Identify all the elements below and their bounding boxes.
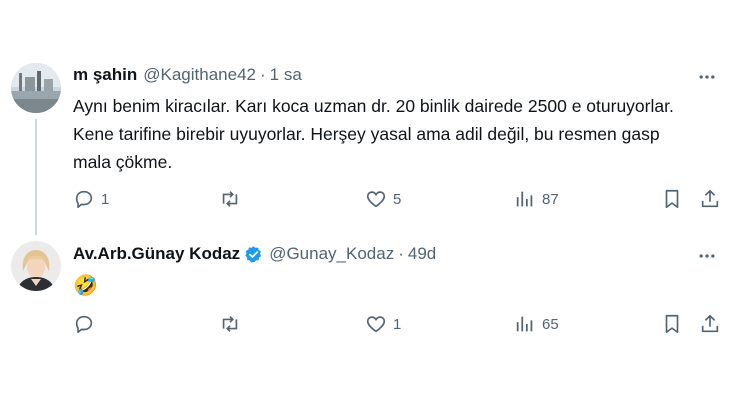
share-icon <box>701 189 719 208</box>
reply-count: 1 <box>101 190 110 208</box>
avatar-image <box>11 63 61 113</box>
reply-button[interactable]: 1 <box>73 188 109 210</box>
share-icon <box>701 314 719 333</box>
reply-button[interactable] <box>73 313 101 335</box>
views-count: 65 <box>542 315 559 333</box>
more-options-icon[interactable] <box>696 66 718 88</box>
reply-icon <box>75 190 93 209</box>
reply-icon <box>75 315 93 334</box>
retweet-button[interactable] <box>219 313 247 335</box>
heart-icon <box>366 191 386 208</box>
views-button[interactable]: 65 <box>514 313 559 335</box>
timestamp[interactable]: 1 sa <box>270 65 302 85</box>
tweet-text: 🤣 <box>73 275 98 297</box>
bookmark-button[interactable] <box>661 313 683 335</box>
like-button[interactable]: 5 <box>365 188 401 210</box>
avatar[interactable] <box>11 63 61 113</box>
display-name[interactable]: Av.Arb.Günay Kodaz <box>73 244 240 264</box>
views-button[interactable]: 87 <box>514 188 559 210</box>
timestamp[interactable]: 49d <box>408 244 436 264</box>
tweet-header: m şahin @Kagithane42 · 1 sa <box>73 65 302 85</box>
analytics-icon <box>516 316 533 332</box>
bookmark-icon <box>665 189 679 209</box>
tweet-header: Av.Arb.Günay Kodaz @Gunay_Kodaz · 49d <box>73 244 436 264</box>
share-button[interactable] <box>699 188 721 210</box>
tweet-actions: 1 65 <box>73 313 723 335</box>
thread-line <box>35 119 37 235</box>
avatar[interactable] <box>11 241 61 291</box>
tweet-text: Aynı benim kiracılar. Karı koca uzman dr… <box>73 96 674 172</box>
bookmark-icon <box>665 314 679 334</box>
user-handle[interactable]: @Kagithane42 <box>143 65 256 85</box>
avatar-image <box>11 241 61 291</box>
separator-dot: · <box>398 244 404 263</box>
user-handle[interactable]: @Gunay_Kodaz <box>269 244 394 264</box>
analytics-icon <box>516 191 533 207</box>
retweet-icon <box>222 191 238 207</box>
separator-dot: · <box>259 65 266 84</box>
verified-badge-icon <box>245 245 262 263</box>
like-button[interactable]: 1 <box>365 313 401 335</box>
like-count: 5 <box>393 190 402 208</box>
tweet-1[interactable]: m şahin @Kagithane42 · 1 sa Aynı benim k… <box>0 0 730 235</box>
retweet-icon <box>222 316 238 332</box>
views-count: 87 <box>542 190 559 208</box>
tweet-2[interactable]: Av.Arb.Günay Kodaz @Gunay_Kodaz · 49d 🤣 … <box>0 235 730 420</box>
tweet-actions: 1 5 87 <box>73 188 723 210</box>
bookmark-button[interactable] <box>661 188 683 210</box>
display-name[interactable]: m şahin <box>73 65 137 85</box>
share-button[interactable] <box>699 313 721 335</box>
more-options-icon[interactable] <box>696 245 718 267</box>
retweet-button[interactable] <box>219 188 247 210</box>
heart-icon <box>366 316 386 333</box>
like-count: 1 <box>393 315 402 333</box>
